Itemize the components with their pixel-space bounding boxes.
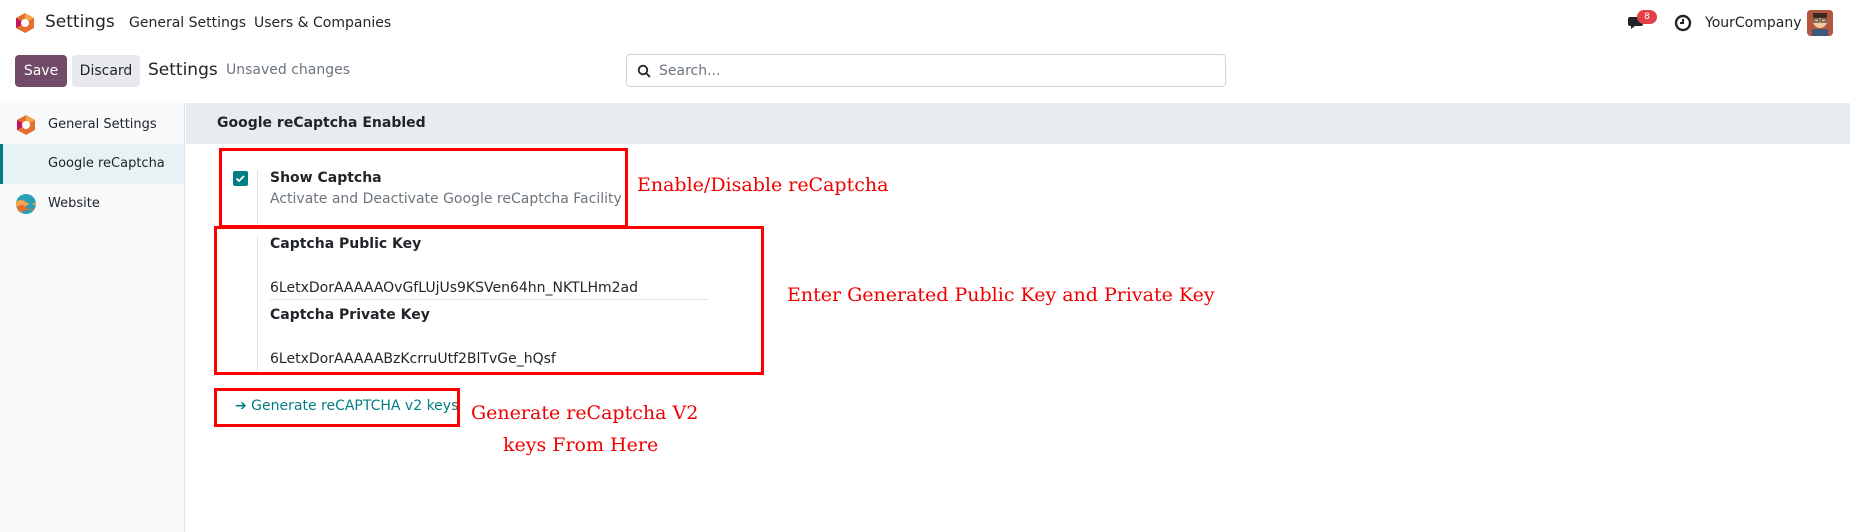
clock-icon[interactable] bbox=[1673, 13, 1693, 33]
save-button[interactable]: Save bbox=[15, 55, 67, 87]
menu-general-settings[interactable]: General Settings bbox=[129, 15, 246, 31]
sidebar-item-general-settings[interactable]: General Settings bbox=[0, 105, 184, 145]
annotation-box-generate bbox=[214, 388, 460, 427]
sidebar-item-label: Google reCaptcha bbox=[48, 156, 165, 171]
annotation-enable-text: Enable/Disable reCaptcha bbox=[637, 174, 889, 196]
odoo-logo-icon[interactable] bbox=[14, 12, 36, 34]
search-input[interactable] bbox=[659, 59, 1215, 83]
settings-sidebar: General Settings Google reCaptcha Websit… bbox=[0, 103, 185, 532]
search-icon bbox=[637, 64, 651, 78]
sidebar-item-label: General Settings bbox=[48, 117, 157, 132]
annotation-generate-text-line2: keys From Here bbox=[503, 434, 659, 456]
discard-button[interactable]: Discard bbox=[72, 55, 140, 87]
website-icon bbox=[16, 194, 36, 214]
annotation-keys-text: Enter Generated Public Key and Private K… bbox=[787, 284, 1215, 306]
unsaved-changes-indicator: Unsaved changes bbox=[226, 62, 351, 78]
annotation-box-keys bbox=[214, 226, 764, 375]
search-box[interactable] bbox=[626, 54, 1226, 87]
section-title: Google reCaptcha Enabled bbox=[217, 115, 426, 131]
user-avatar[interactable] bbox=[1807, 10, 1833, 36]
section-header: Google reCaptcha Enabled bbox=[186, 103, 1850, 144]
messages-count-badge: 8 bbox=[1637, 10, 1657, 24]
settings-logo-icon bbox=[17, 115, 35, 135]
menu-users-companies[interactable]: Users & Companies bbox=[254, 15, 391, 31]
sidebar-item-google-recaptcha[interactable]: Google reCaptcha bbox=[0, 144, 184, 184]
company-switcher[interactable]: YourCompany bbox=[1705, 15, 1802, 31]
sidebar-item-label: Website bbox=[48, 196, 100, 211]
annotation-generate-text-line1: Generate reCaptcha V2 bbox=[471, 402, 699, 424]
user-avatar-image bbox=[1807, 10, 1833, 36]
app-title[interactable]: Settings bbox=[45, 12, 115, 32]
top-navbar: Settings General Settings Users & Compan… bbox=[0, 0, 1850, 46]
annotation-box-show-captcha bbox=[219, 148, 628, 228]
sidebar-item-website[interactable]: Website bbox=[0, 184, 184, 224]
breadcrumb-title: Settings bbox=[148, 60, 218, 80]
